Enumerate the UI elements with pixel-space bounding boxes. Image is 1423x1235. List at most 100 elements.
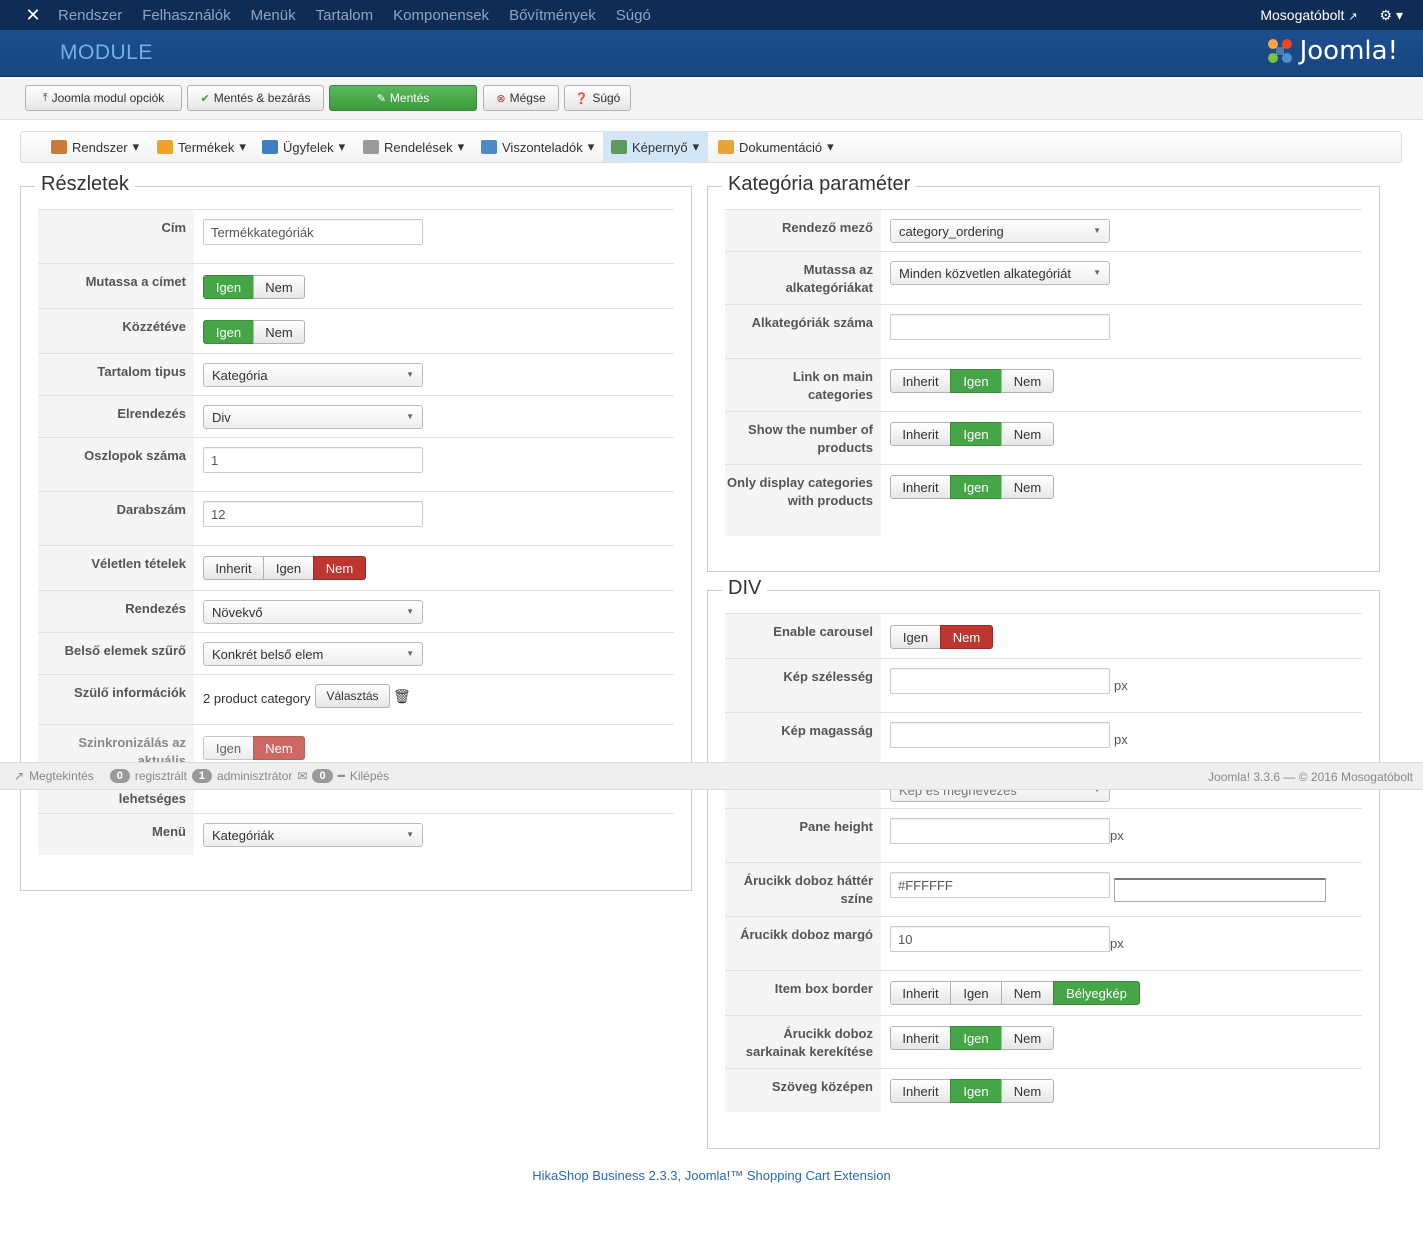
center-yes[interactable]: Igen	[950, 1079, 1002, 1103]
carousel-no[interactable]: Nem	[940, 625, 993, 649]
row-show-title: Mutassa a címet Igen Nem	[38, 263, 674, 308]
center-inherit[interactable]: Inherit	[890, 1079, 951, 1103]
logout-link[interactable]: Kilépés	[350, 769, 389, 783]
cancel-button[interactable]: ⊗ Mégse	[483, 85, 559, 111]
img-width-input[interactable]	[890, 668, 1110, 694]
submenu-rendszer[interactable]: Rendszer ▾	[43, 132, 147, 162]
nav-tartalom[interactable]: Tartalom	[316, 7, 374, 24]
row-img-width: Kép szélesség px	[725, 658, 1362, 712]
bg-color-input[interactable]: #FFFFFF	[890, 872, 1110, 898]
preview-link[interactable]: Megtekintés	[29, 769, 94, 783]
columns-input[interactable]: 1	[203, 447, 423, 473]
message-count-badge[interactable]: 0	[312, 769, 333, 783]
submenu-ugyfelek[interactable]: Ügyfelek ▾	[254, 132, 353, 162]
show-num-toggle: Inherit Igen Nem	[890, 422, 1054, 446]
content-type-label: Tartalom tipus	[38, 354, 194, 395]
submenu-termekek[interactable]: Termékek ▾	[149, 132, 254, 162]
border-inherit[interactable]: Inherit	[890, 981, 951, 1005]
border-no[interactable]: Nem	[1001, 981, 1054, 1005]
hidden-select[interactable]: Kép és megnevezés	[890, 790, 1110, 802]
envelope-icon: ✉	[297, 769, 308, 783]
upload-icon: ⤒	[42, 91, 48, 104]
show-sub-label: Mutassa az alkategóriákat	[725, 252, 881, 304]
random-no[interactable]: Nem	[313, 556, 366, 580]
submenu-rendelesek[interactable]: Rendelések ▾	[355, 132, 472, 162]
center-no[interactable]: Nem	[1001, 1079, 1054, 1103]
submenu-label: Ügyfelek	[283, 139, 334, 155]
ordering-select[interactable]: Növekvő	[203, 600, 423, 624]
site-link[interactable]: Mosogatóbolt ↗	[1260, 7, 1357, 23]
rounded-no[interactable]: Nem	[1001, 1026, 1054, 1050]
link-main-no[interactable]: Nem	[1001, 369, 1054, 393]
menu-select[interactable]: Kategóriák	[203, 823, 423, 847]
pane-height-input[interactable]	[890, 818, 1110, 844]
center-label: Szöveg középen	[725, 1069, 881, 1112]
show-title-yes[interactable]: Igen	[203, 275, 254, 299]
rounded-inherit[interactable]: Inherit	[890, 1026, 951, 1050]
margin-unit: px	[1110, 936, 1124, 951]
nav-rendszer[interactable]: Rendszer	[58, 7, 122, 24]
submenu-kepernyo[interactable]: Képernyő ▾	[603, 132, 708, 162]
layout-select[interactable]: Div	[203, 405, 423, 429]
save-close-button[interactable]: ✔ Mentés & bezárás	[187, 85, 324, 111]
choose-button[interactable]: Választás	[315, 684, 390, 708]
border-thumbnail[interactable]: Bélyegkép	[1053, 981, 1140, 1005]
margin-input[interactable]: 10	[890, 926, 1110, 952]
submenu-dokumentacio[interactable]: Dokumentáció ▾	[710, 132, 842, 162]
documentation-icon	[718, 140, 734, 154]
show-sub-select[interactable]: Minden közvetlen alkategóriát	[890, 261, 1110, 285]
link-main-inherit[interactable]: Inherit	[890, 369, 951, 393]
module-options-button[interactable]: ⤒ Joomla modul opciók	[25, 85, 182, 111]
page-title: MODULE	[60, 41, 153, 64]
rounded-yes[interactable]: Igen	[950, 1026, 1002, 1050]
carousel-yes[interactable]: Igen	[890, 625, 941, 649]
only-display-inherit[interactable]: Inherit	[890, 475, 951, 499]
trash-icon[interactable]: 🗑	[393, 688, 411, 705]
nav-sugo[interactable]: Súgó	[616, 7, 651, 24]
columns-label: Oszlopok száma	[38, 438, 194, 491]
category-params-legend: Kategória paraméter	[722, 173, 917, 196]
random-inherit[interactable]: Inherit	[203, 556, 264, 580]
sync-label-line2: aktuális	[137, 753, 186, 762]
show-num-inherit[interactable]: Inherit	[890, 422, 951, 446]
save-button[interactable]: ✎ Mentés	[329, 85, 477, 111]
row-filter: Belső elemek szűrő Konkrét belső elem	[38, 632, 674, 674]
nav-bovitmenyek[interactable]: Bővítmények	[509, 7, 596, 24]
nav-menuk[interactable]: Menük	[251, 7, 296, 24]
help-button[interactable]: ❓ Súgó	[564, 85, 631, 111]
published-yes[interactable]: Igen	[203, 320, 254, 344]
affiliates-icon	[481, 140, 497, 154]
border-yes[interactable]: Igen	[950, 981, 1002, 1005]
published-no[interactable]: Nem	[253, 320, 305, 344]
show-num-no[interactable]: Nem	[1001, 422, 1054, 446]
show-num-yes[interactable]: Igen	[950, 422, 1002, 446]
only-display-yes[interactable]: Igen	[950, 475, 1002, 499]
menu-label: Menü	[38, 814, 194, 855]
order-field-label: Rendező mező	[725, 210, 881, 251]
color-preview-swatch[interactable]	[1114, 878, 1326, 902]
show-title-no[interactable]: Nem	[253, 275, 305, 299]
random-yes[interactable]: Igen	[263, 556, 314, 580]
module-options-label: Joomla modul opciók	[51, 91, 165, 105]
order-field-select[interactable]: category_ordering	[890, 219, 1110, 243]
submenu-viszonteladok[interactable]: Viszonteladók ▾	[473, 132, 602, 162]
only-display-no[interactable]: Nem	[1001, 475, 1054, 499]
check-icon: ✔	[200, 92, 210, 105]
joomla-icon[interactable]: ✕	[16, 0, 50, 30]
sync-yes[interactable]: Igen	[203, 736, 254, 760]
tools-icon	[51, 140, 67, 154]
footer-link[interactable]: HikaShop Business 2.3.3, Joomla!™ Shoppi…	[0, 1168, 1423, 1183]
count-input[interactable]: 12	[203, 501, 423, 527]
joomla-logo-icon	[1267, 39, 1292, 63]
sync-no[interactable]: Nem	[253, 736, 305, 760]
link-main-yes[interactable]: Igen	[950, 369, 1002, 393]
nav-komponensek[interactable]: Komponensek	[393, 7, 489, 24]
filter-select[interactable]: Konkrét belső elem	[203, 642, 423, 666]
img-height-input[interactable]	[890, 722, 1110, 748]
minus-icon: ━	[337, 769, 345, 783]
sub-count-input[interactable]	[890, 314, 1110, 340]
content-type-select[interactable]: Kategória	[203, 363, 423, 387]
nav-felhasznalok[interactable]: Felhasználók	[142, 7, 230, 24]
gear-icon[interactable]: ⚙ ▾	[1380, 7, 1403, 24]
title-input[interactable]: Termékkategóriák	[203, 219, 423, 245]
